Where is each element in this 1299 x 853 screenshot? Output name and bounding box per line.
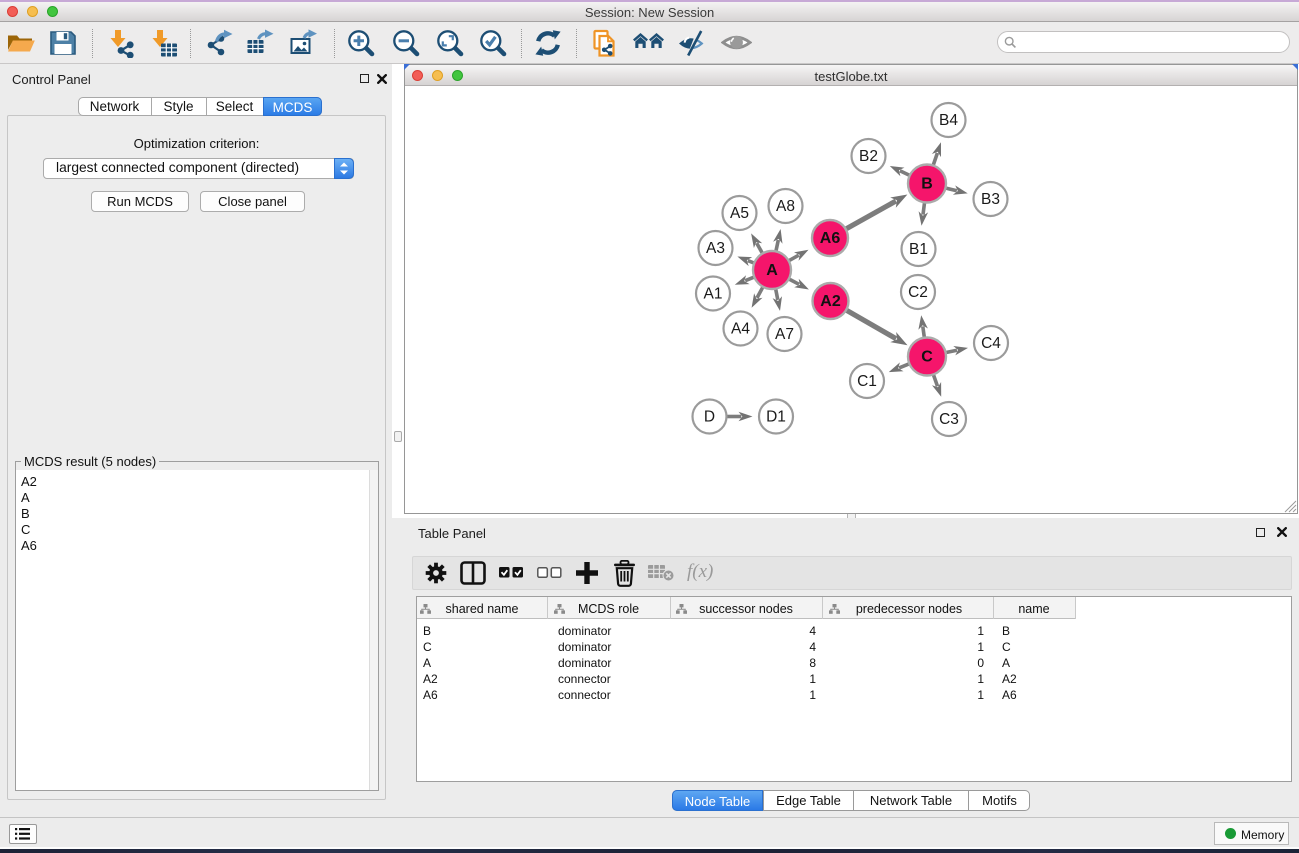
svg-text:B1: B1 <box>909 241 928 258</box>
svg-text:C2: C2 <box>908 284 928 301</box>
svg-text:C4: C4 <box>981 335 1001 352</box>
svg-text:A: A <box>766 262 778 279</box>
svg-text:B2: B2 <box>859 148 878 165</box>
svg-text:B: B <box>921 176 933 193</box>
svg-text:B4: B4 <box>939 112 958 129</box>
svg-text:A4: A4 <box>731 321 750 338</box>
svg-text:C1: C1 <box>857 373 877 390</box>
svg-text:C: C <box>921 349 933 366</box>
svg-text:A5: A5 <box>730 205 749 222</box>
svg-text:A7: A7 <box>775 326 794 343</box>
svg-text:C3: C3 <box>939 411 959 428</box>
svg-text:A1: A1 <box>704 286 723 303</box>
svg-text:A8: A8 <box>776 198 795 215</box>
svg-text:D1: D1 <box>766 409 786 426</box>
svg-text:A6: A6 <box>820 230 841 247</box>
svg-text:A2: A2 <box>820 293 841 310</box>
svg-text:B3: B3 <box>981 191 1000 208</box>
svg-text:A3: A3 <box>706 240 725 257</box>
svg-text:D: D <box>704 409 715 426</box>
